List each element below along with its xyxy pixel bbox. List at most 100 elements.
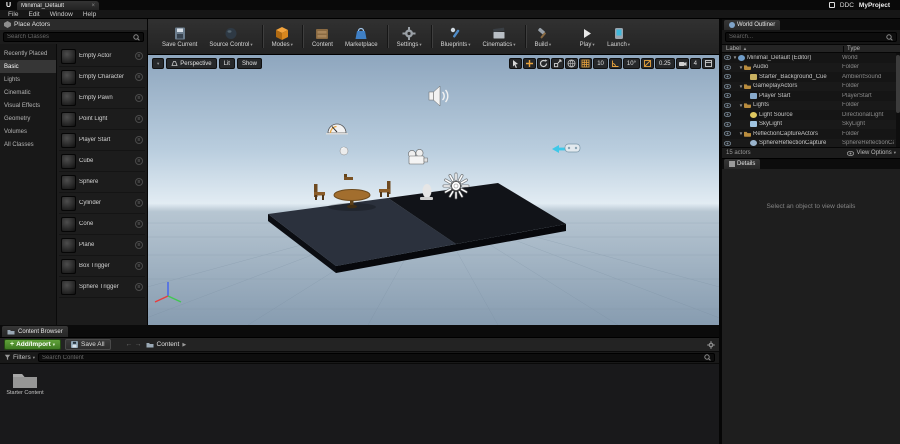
menu-file[interactable]: File	[3, 11, 23, 18]
outliner-row[interactable]: Starter_Background_Cue AmbientSound	[722, 72, 900, 82]
menu-window[interactable]: Window	[45, 11, 78, 18]
drag-handle-icon[interactable]: ≡	[135, 262, 143, 270]
asset-folder-starter-content[interactable]: Starter Content	[6, 369, 44, 397]
menu-help[interactable]: Help	[78, 11, 101, 18]
close-icon[interactable]: ×	[91, 3, 95, 9]
save-current-button[interactable]: Save Current	[156, 21, 203, 52]
rotation-snap-value[interactable]: 10°	[622, 58, 640, 69]
scale-tool-button[interactable]	[551, 58, 565, 69]
content-button[interactable]: Content	[306, 21, 339, 52]
outliner-row[interactable]: SphereReflectionCapture SphereReflectionC…	[722, 138, 900, 147]
scale-snap-toggle-button[interactable]	[640, 58, 654, 69]
expander-icon[interactable]: ▼	[738, 131, 744, 136]
list-item[interactable]: Point Light ≡	[59, 109, 145, 130]
outliner-row[interactable]: Light Source DirectionalLight	[722, 110, 900, 120]
column-label[interactable]: Label ▲	[722, 46, 843, 52]
cinematics-button[interactable]: Cinematics ▾	[477, 21, 522, 52]
sphere-sprite[interactable]	[339, 146, 349, 156]
visibility-eye-icon[interactable]	[722, 93, 732, 99]
scrollbar-thumb[interactable]	[896, 55, 900, 113]
outliner-search-input[interactable]	[729, 34, 884, 40]
tab-details[interactable]: Details	[724, 159, 761, 169]
marketplace-button[interactable]: Marketplace	[339, 21, 384, 52]
translate-tool-button[interactable]	[523, 58, 537, 69]
drag-handle-icon[interactable]: ≡	[135, 241, 143, 249]
drag-handle-icon[interactable]: ≡	[135, 283, 143, 291]
visibility-eye-icon[interactable]	[722, 55, 732, 61]
visibility-eye-icon[interactable]	[722, 74, 732, 80]
show-button[interactable]: Show	[236, 58, 262, 69]
tab-content-browser[interactable]: Content Browser	[2, 326, 68, 337]
outliner-row[interactable]: ▼ Lights Folder	[722, 100, 900, 110]
drag-handle-icon[interactable]: ≡	[135, 199, 143, 207]
maximize-viewport-button[interactable]	[702, 58, 715, 69]
drag-handle-icon[interactable]: ≡	[135, 73, 143, 81]
list-item[interactable]: Cylinder ≡	[59, 193, 145, 214]
perspective-button[interactable]: Perspective	[166, 58, 217, 69]
category-lights[interactable]: Lights	[0, 73, 56, 86]
play-button[interactable]: Play ▾	[573, 21, 601, 52]
world-local-toggle-button[interactable]	[565, 58, 579, 69]
launch-button[interactable]: Launch ▾	[601, 21, 636, 52]
category-visual-effects[interactable]: Visual Effects	[0, 99, 56, 112]
column-type[interactable]: Type	[843, 45, 900, 52]
category-cinematic[interactable]: Cinematic	[0, 86, 56, 99]
menu-edit[interactable]: Edit	[23, 11, 44, 18]
visibility-eye-icon[interactable]	[722, 112, 732, 118]
build-button[interactable]: Build ▾	[529, 21, 558, 52]
list-item[interactable]: Sphere Trigger ≡	[59, 277, 145, 298]
list-item[interactable]: Sphere ≡	[59, 172, 145, 193]
breadcrumb[interactable]: Content ▶	[146, 341, 186, 348]
drag-handle-icon[interactable]: ≡	[135, 115, 143, 123]
filters-button[interactable]: Filters ▾	[4, 354, 35, 361]
tab-world-outliner[interactable]: World Outliner	[724, 20, 781, 30]
forward-arrow-icon[interactable]: →	[135, 341, 142, 348]
category-basic[interactable]: Basic	[0, 60, 56, 73]
list-item[interactable]: Empty Pawn ≡	[59, 88, 145, 109]
settings-button[interactable]: Settings ▾	[391, 21, 428, 52]
viewport-options-button[interactable]: ▾	[152, 58, 165, 69]
list-item[interactable]: Cube ≡	[59, 151, 145, 172]
save-all-button[interactable]: Save All	[65, 339, 111, 350]
level-viewport[interactable]: ▾ Perspective Lit Show 10 10° 0.25 4	[148, 55, 719, 325]
grid-snap-value[interactable]: 10	[593, 58, 608, 69]
modes-button[interactable]: Modes ▾	[266, 21, 299, 52]
category-volumes[interactable]: Volumes	[0, 125, 56, 138]
content-search-input[interactable]	[41, 354, 702, 361]
camera-speed-button[interactable]	[675, 58, 689, 69]
visibility-eye-icon[interactable]	[722, 121, 732, 127]
search-classes-input[interactable]	[7, 34, 131, 40]
category-recently-placed[interactable]: Recently Placed	[0, 47, 56, 60]
drag-handle-icon[interactable]: ≡	[135, 157, 143, 165]
visibility-eye-icon[interactable]	[722, 64, 732, 70]
lit-mode-button[interactable]: Lit	[218, 58, 235, 69]
expander-icon[interactable]: ▼	[738, 103, 744, 108]
list-item[interactable]: Empty Actor ≡	[59, 46, 145, 67]
scrollbar[interactable]	[896, 53, 900, 147]
rotate-tool-button[interactable]	[537, 58, 551, 69]
visibility-eye-icon[interactable]	[722, 83, 732, 89]
grid-snap-toggle-button[interactable]	[579, 58, 593, 69]
list-item[interactable]: Player Start ≡	[59, 130, 145, 151]
category-all-classes[interactable]: All Classes	[0, 138, 56, 151]
select-tool-button[interactable]	[509, 58, 523, 69]
list-item[interactable]: Box Trigger ≡	[59, 256, 145, 277]
drag-handle-icon[interactable]: ≡	[135, 94, 143, 102]
back-arrow-icon[interactable]: ←	[126, 341, 133, 348]
drag-handle-icon[interactable]: ≡	[135, 52, 143, 60]
expander-icon[interactable]: ▼	[738, 84, 744, 89]
camera-speed-value[interactable]: 4	[689, 58, 701, 69]
source-control-button[interactable]: Source Control ▾	[203, 21, 258, 52]
visibility-eye-icon[interactable]	[722, 140, 732, 146]
outliner-row[interactable]: ▼ Minimal_Default (Editor) World	[722, 53, 900, 63]
visibility-eye-icon[interactable]	[722, 102, 732, 108]
viewport-scene[interactable]	[148, 55, 719, 325]
drag-handle-icon[interactable]: ≡	[135, 220, 143, 228]
level-tab[interactable]: Minimal_Default ×	[17, 1, 99, 10]
category-geometry[interactable]: Geometry	[0, 112, 56, 125]
drag-handle-icon[interactable]: ≡	[135, 178, 143, 186]
outliner-row[interactable]: ▼ Audio Folder	[722, 62, 900, 72]
rotation-snap-toggle-button[interactable]	[608, 58, 622, 69]
list-item[interactable]: Empty Character ≡	[59, 67, 145, 88]
view-options-button[interactable]: View Options ▾	[847, 150, 896, 156]
